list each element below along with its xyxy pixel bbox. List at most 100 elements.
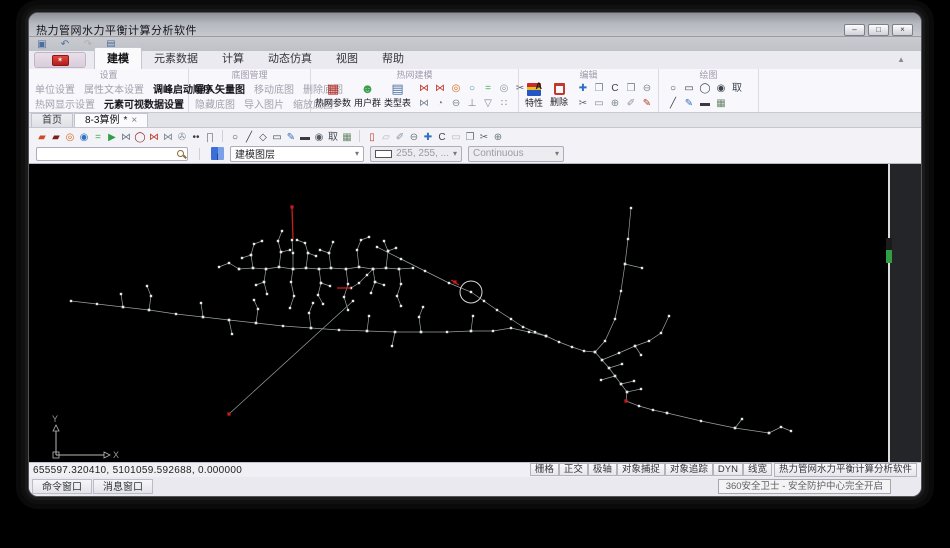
circled-point-icon[interactable]: ◉ [714,82,728,95]
move-icon[interactable]: ✚ [421,131,435,144]
pencil-red-icon[interactable]: ✎ [640,97,654,110]
zoom-out-icon[interactable]: ⊖ [640,82,654,95]
polygon-tool-icon[interactable]: ◇ [256,131,270,144]
eraser-icon[interactable]: ▱ [379,131,393,144]
capture-tool-icon[interactable]: 取 [326,131,340,144]
dots-icon[interactable]: •• [189,131,203,144]
more-dots-icon[interactable]: ∷ [497,97,511,110]
search-icon[interactable] [177,149,184,157]
pipe-icon[interactable]: = [91,131,105,144]
network-parameters-button[interactable]: ▦ 热网参数 [315,82,351,109]
oval-icon[interactable]: ⊖ [449,97,463,110]
color-dropdown[interactable]: 255, 255, ... ▾ [370,145,462,162]
filled-rect-tool-icon[interactable]: ▬ [698,97,712,110]
copy-icon[interactable]: ❐ [592,82,606,95]
circle-tool-icon[interactable]: ○ [228,131,242,144]
boiler-icon[interactable]: ▰ [49,131,63,144]
delete-icon[interactable]: ▯ [365,131,379,144]
pipe-line-icon[interactable]: = [481,82,495,95]
command-window-tab[interactable]: 命令窗口 [32,479,92,494]
gauge-icon[interactable]: ◔ [433,97,447,110]
element-visible-data-button[interactable]: 元素可视数据设置 [104,96,184,111]
network-display-settings-button[interactable]: 热网显示设置 [35,96,95,111]
tab-element-data[interactable]: 元素数据 [142,48,210,69]
layer-dropdown[interactable]: 建模图层 ▾ [230,145,364,162]
perpendicular-icon[interactable]: ⊥ [465,97,479,110]
drawing-canvas[interactable]: XY [29,164,921,462]
type-table-button[interactable]: ▤ 类型表 [384,82,411,109]
toggle-dyn[interactable]: DYN [712,463,743,476]
tab-modeling[interactable]: 建模 [94,47,142,69]
unit-settings-button[interactable]: 单位设置 [35,81,75,96]
pencil-tool-icon[interactable]: ✎ [682,97,696,110]
properties-button[interactable]: 特性 [523,81,545,109]
tab-view[interactable]: 视图 [324,48,370,69]
toggle-otrack[interactable]: 对象追踪 [664,463,713,476]
filled-rect-tool-icon[interactable]: ▬ [298,131,312,144]
pipe-network-drawing[interactable]: XY [29,164,922,462]
search-input[interactable] [37,152,167,164]
close-tab-icon[interactable]: × [131,114,137,128]
heat-source-icon[interactable]: ▰ [35,131,49,144]
node-circle-icon[interactable]: ○ [465,82,479,95]
node-icon[interactable]: ◉ [77,131,91,144]
layers-icon[interactable] [211,147,224,160]
rect-select-icon[interactable]: ▭ [592,97,606,110]
toggle-grid[interactable]: 栅格 [529,463,559,476]
line-tool-icon[interactable]: ╱ [242,131,256,144]
user-group-button[interactable]: ☻ 用户群 [354,82,381,109]
property-text-settings-button[interactable]: 属性文本设置 [84,81,144,96]
valve-red-a-icon[interactable]: ⋈ [417,82,431,95]
fan-icon[interactable]: ▽ [481,97,495,110]
tab-help[interactable]: 帮助 [370,48,416,69]
toggle-ortho[interactable]: 正交 [558,463,588,476]
valve-red-b-icon[interactable]: ⋈ [433,82,447,95]
toggle-lineweight[interactable]: 线宽 [742,463,772,476]
brush-icon[interactable]: ✐ [624,97,638,110]
rect-tool-icon[interactable]: ▭ [270,131,284,144]
ring-element-icon[interactable]: ◯ [133,131,147,144]
pencil-tool-icon[interactable]: ✎ [284,131,298,144]
doc-tab-example[interactable]: 8-3算例 * × [74,113,149,128]
rotate-icon[interactable]: C [608,82,622,95]
rotate-icon[interactable]: C [435,131,449,144]
image-tool-icon[interactable]: ▦ [714,97,728,110]
copy-icon[interactable]: ❐ [463,131,477,144]
rect-tool-icon[interactable]: ▭ [682,82,696,95]
pipe-support-icon[interactable]: ∏ [203,131,217,144]
heat-exchanger-icon[interactable]: ✇ [175,131,189,144]
line-tool-icon[interactable]: ╱ [666,97,680,110]
delete-button[interactable]: 删除 [548,83,570,108]
rect-select-icon[interactable]: ▭ [449,131,463,144]
user-ring-icon[interactable]: ◎ [449,82,463,95]
zoom-in-icon[interactable]: ⊕ [608,97,622,110]
undo-icon[interactable]: ↶ [58,38,72,51]
zoom-in-icon[interactable]: ⊕ [491,131,505,144]
ribbon-collapse-icon[interactable]: ▲ [897,55,905,64]
toggle-osnap[interactable]: 对象捕捉 [616,463,665,476]
message-window-tab[interactable]: 消息窗口 [93,479,153,494]
import-image-button[interactable]: 导入图片 [244,96,284,111]
pump-icon[interactable]: ▶ [105,131,119,144]
ring-gray-icon[interactable]: ◎ [497,82,511,95]
move-basemap-button[interactable]: 移动底图 [254,81,294,96]
cut-icon[interactable]: ✂ [576,97,590,110]
valve-icon[interactable]: ⋈ [161,131,175,144]
circled-point-icon[interactable]: ◉ [312,131,326,144]
restore-button[interactable]: □ [868,24,889,36]
circle-tool-icon[interactable]: ○ [666,82,680,95]
bowtie-valve-icon[interactable]: ⋈ [417,97,431,110]
zoom-out-icon[interactable]: ⊖ [407,131,421,144]
tab-calculation[interactable]: 计算 [210,48,256,69]
hide-basemap-button[interactable]: 隐藏底图 [195,96,235,111]
heat-user-icon[interactable]: ◎ [63,131,77,144]
app-menu-button[interactable]: ✶ [34,52,86,68]
ellipse-tool-icon[interactable]: ◯ [698,82,712,95]
cut-icon[interactable]: ✂ [477,131,491,144]
doc-tab-home[interactable]: 首页 [31,113,73,127]
minimize-button[interactable]: – [844,24,865,36]
tab-dynamic-simulation[interactable]: 动态仿真 [256,48,324,69]
import-vector-map-button[interactable]: 导入矢量图 [195,81,245,96]
toggle-polar[interactable]: 极轴 [587,463,617,476]
capture-tool-icon[interactable]: 取 [730,82,744,95]
